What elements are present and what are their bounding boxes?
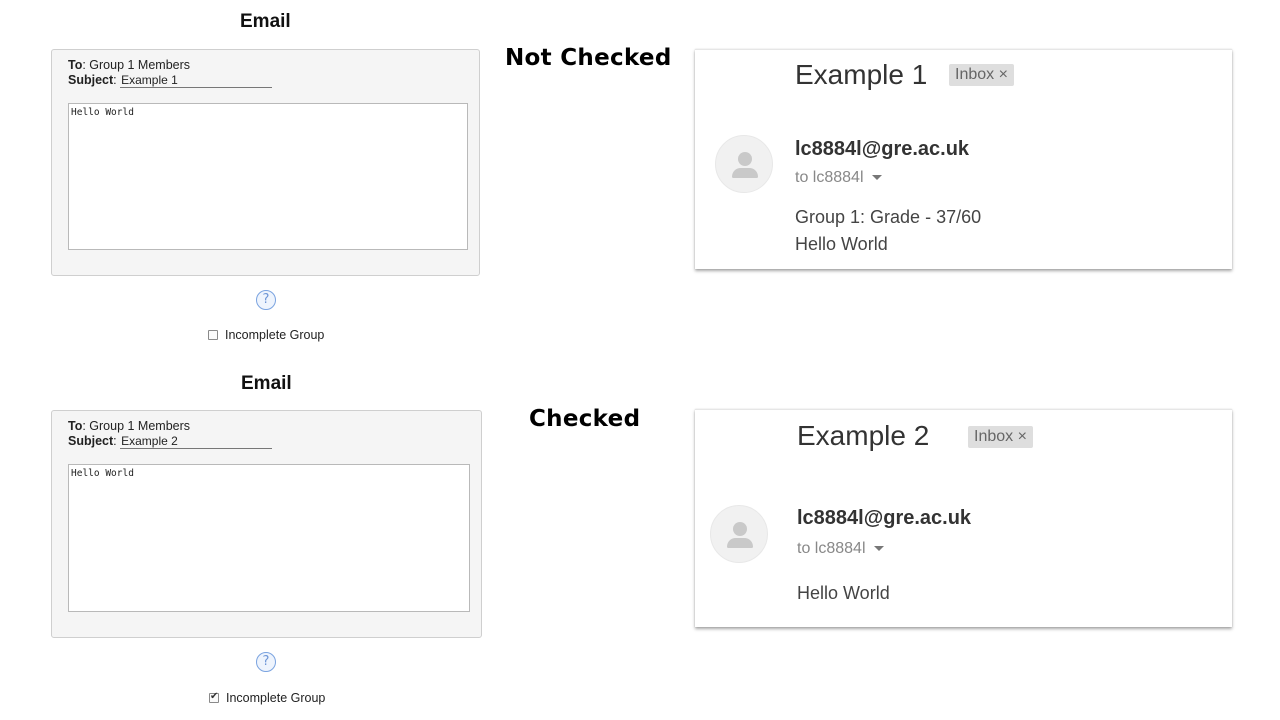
compose-title: Email [240,11,291,32]
email-body-line: Hello World [797,583,890,603]
incomplete-group-checkbox-row[interactable]: Incomplete Group [208,328,324,342]
subject-label: Subject [68,73,114,87]
recipient-text: to lc8884l [795,169,864,186]
subject-label: Subject [68,434,114,448]
subject-colon: : [113,434,117,448]
to-label: To [68,58,83,72]
inbox-label-chip[interactable]: Inbox × [949,64,1014,86]
subject-input[interactable]: Example 1 [120,73,273,88]
email-body-line: Hello World [795,234,888,254]
caret-down-icon[interactable] [873,546,884,552]
help-icon[interactable]: ? [256,290,276,310]
sender-email: lc8884l@gre.ac.uk [797,507,972,529]
incomplete-group-checkbox[interactable] [209,691,219,703]
caret-down-icon[interactable] [871,175,882,181]
incomplete-group-label: Incomplete Group [226,691,326,705]
recipient-text: to lc8884l [797,540,866,557]
inbox-label-chip[interactable]: Inbox × [968,426,1033,448]
email-preview-card: Example 1 Inbox × lc8884l@gre.ac.uk to l… [695,49,1232,269]
subject-input[interactable]: Example 2 [120,434,273,449]
recipient-line[interactable]: to lc8884l [797,540,884,558]
email-subject: Example 2 [797,420,930,451]
to-value: : Group 1 Members [82,419,191,433]
to-line: To: Group 1 Members [68,419,190,433]
email-subject: Example 1 [795,59,928,90]
help-icon[interactable]: ? [256,652,276,672]
email-body-textarea[interactable]: Hello World [68,103,468,250]
default-avatar-icon [710,505,768,563]
email-body-line: Group 1: Grade - 37/60 [795,207,982,227]
incomplete-group-checkbox[interactable] [208,330,218,340]
compose-title: Email [241,373,292,394]
sender-email: lc8884l@gre.ac.uk [795,138,970,160]
default-avatar-icon [715,135,773,193]
subject-line: Subject: Example 2 [68,434,273,449]
subject-colon: : [113,73,117,87]
subject-line: Subject: Example 1 [68,73,273,88]
state-label: Not Checked [505,45,672,71]
email-body-textarea[interactable]: Hello World [68,464,470,612]
email-preview-card: Example 2 Inbox × lc8884l@gre.ac.uk to l… [695,409,1232,627]
to-value: : Group 1 Members [82,58,191,72]
to-line: To: Group 1 Members [68,58,190,72]
to-label: To [68,419,83,433]
compose-panel: To: Group 1 Members Subject: Example 1 H… [51,49,480,276]
state-label: Checked [529,406,641,432]
incomplete-group-checkbox-row[interactable]: Incomplete Group [209,691,325,705]
recipient-line[interactable]: to lc8884l [795,169,882,187]
compose-panel: To: Group 1 Members Subject: Example 2 H… [51,410,482,638]
incomplete-group-label: Incomplete Group [225,328,325,342]
